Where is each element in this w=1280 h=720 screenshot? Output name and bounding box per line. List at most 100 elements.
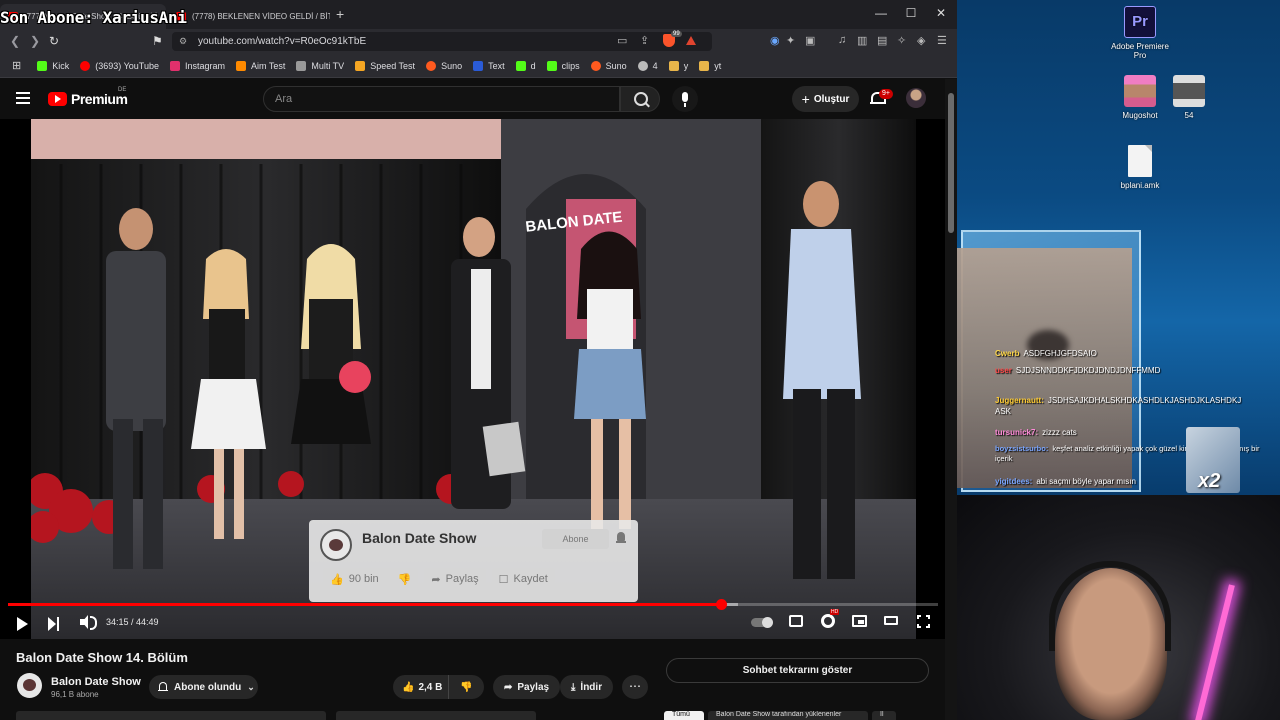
bookmark-instagram[interactable]: Instagram — [169, 60, 225, 71]
chip-channel-uploads[interactable]: Balon Date Show tarafından yüklenenler — [708, 711, 868, 720]
card-channel-avatar[interactable] — [320, 529, 352, 561]
aim-test-icon — [236, 60, 246, 71]
close-window-button[interactable]: ✕ — [931, 6, 951, 20]
search-button[interactable] — [620, 86, 660, 112]
chip-more[interactable]: İl — [872, 711, 896, 720]
card-save-button[interactable]: ☐ Kaydet — [491, 568, 555, 590]
theater-mode-icon[interactable] — [884, 616, 898, 625]
page-scrollbar[interactable] — [945, 79, 957, 720]
subscribed-button[interactable]: Abone olundu ⌄ — [149, 675, 258, 699]
autoplay-toggle[interactable] — [751, 617, 773, 628]
bookmark-suno[interactable]: Suno — [426, 60, 462, 71]
show-chat-replay-button[interactable]: Sohbet tekrarını göster — [666, 658, 929, 683]
bookmark-speed-test[interactable]: Speed Test — [355, 60, 415, 71]
settings-gear-icon[interactable] — [821, 609, 840, 628]
subtitles-icon[interactable] — [789, 615, 803, 627]
progress-bar[interactable] — [8, 599, 938, 610]
account-avatar[interactable] — [906, 88, 926, 108]
like-dislike-group: 👍 2,4 B 👎 — [393, 675, 484, 699]
text-icon — [473, 60, 484, 71]
thumbs-down-icon[interactable]: 👎 — [398, 573, 412, 586]
new-tab-button[interactable]: + — [336, 6, 344, 22]
last-subscriber-overlay: Son Abone: XariusAni — [0, 8, 187, 27]
chevron-down-icon: ⌄ — [247, 681, 255, 692]
tab-beklenen-video[interactable]: (7778) BEKLENEN VİDEO GELDİ / BİT — [168, 4, 330, 29]
brave-rewards-icon[interactable] — [686, 36, 696, 45]
chat-message: tursunick7: zizzz cats — [995, 428, 1077, 437]
cast-icon[interactable]: ▭ — [617, 34, 627, 47]
card-share-button[interactable]: ➦ Paylaş — [424, 568, 486, 590]
channel-hover-card: Balon Date Show Abone 👍 90 bin 👎 ➦ Payla… — [309, 520, 638, 602]
card-like-button[interactable]: 👍 90 bin 👎 — [323, 568, 419, 590]
media-icon[interactable]: ♫ — [838, 34, 846, 46]
chat-message: yigitdees: abi saçmı böyle yapar mısın — [995, 477, 1136, 486]
dislike-button[interactable]: 👎 — [449, 675, 484, 699]
kick-icon — [515, 60, 526, 71]
bookmark-kick[interactable]: Kick — [37, 60, 69, 71]
miniplayer-icon[interactable] — [852, 615, 867, 627]
screenshot-icon[interactable]: ▣ — [805, 34, 815, 47]
suno-icon — [426, 60, 437, 71]
scrollbar-thumb[interactable] — [948, 93, 954, 233]
volume-icon[interactable] — [80, 615, 97, 630]
site-icon — [637, 60, 648, 71]
card-subscribe-button[interactable]: Abone — [542, 529, 609, 549]
adobe-premiere-desktop-icon[interactable]: Pr Adobe Premiere Pro — [1105, 6, 1175, 60]
play-button[interactable] — [17, 617, 28, 631]
create-button[interactable]: + Oluştur — [792, 86, 859, 112]
card-bell-icon[interactable] — [616, 532, 626, 544]
headphones — [1049, 561, 1171, 651]
apps-grid-icon[interactable]: ⊞ — [12, 59, 21, 72]
fullscreen-icon[interactable] — [917, 615, 930, 628]
vpn-icon[interactable]: ◈ — [917, 34, 925, 47]
leo-icon[interactable]: ◉ — [770, 34, 780, 47]
like-button[interactable]: 👍 2,4 B — [393, 675, 449, 699]
back-icon[interactable]: ❮ — [10, 34, 20, 48]
search-input[interactable]: Ara — [263, 86, 620, 112]
channel-name[interactable]: Balon Date Show — [51, 676, 141, 688]
extensions-icon[interactable]: ✦ — [786, 34, 795, 47]
item-54-desktop-icon[interactable]: 54 — [1154, 75, 1224, 120]
save-icon: ☐ — [498, 573, 509, 586]
share-button[interactable]: ➦ Paylaş — [493, 675, 561, 699]
bookmark-clips[interactable]: clips — [546, 60, 580, 71]
address-bar-row: ❮ ❯ ↻ ⚑ ⚙ youtube.com/watch?v=R0eOc91kTb… — [0, 29, 957, 54]
card-channel-name[interactable]: Balon Date Show — [362, 530, 476, 546]
bookmark-d[interactable]: d — [515, 60, 536, 71]
share-page-icon[interactable]: ⇪ — [640, 34, 649, 47]
sidebar-icon[interactable]: ▥ — [857, 34, 867, 47]
video-player[interactable]: BALON DATE Balon Date Show Abone 👍 90 bi… — [0, 119, 945, 639]
bookmark-folder-y[interactable]: y — [668, 60, 688, 71]
maximize-button[interactable]: ☐ — [901, 6, 921, 20]
webcam-feed — [957, 495, 1280, 720]
wallet-icon[interactable]: ▤ — [877, 34, 887, 47]
channel-avatar[interactable] — [17, 673, 42, 698]
bookmark-text[interactable]: Text — [473, 60, 505, 71]
forward-icon[interactable]: ❯ — [30, 34, 40, 48]
more-actions-icon[interactable]: ⋯ — [622, 675, 648, 699]
chip-all[interactable]: Tümü — [664, 711, 704, 720]
next-button[interactable] — [48, 617, 60, 631]
description-box-edge — [16, 711, 326, 720]
bookmark-aim-test[interactable]: Aim Test — [236, 60, 285, 71]
download-button[interactable]: ⤓ İndir — [560, 675, 614, 699]
bookmark-4[interactable]: 4 — [637, 60, 658, 71]
bookmark-folder-yt[interactable]: yt — [699, 60, 721, 71]
site-info-icon[interactable]: ⚙ — [179, 36, 187, 47]
bookmark-icon[interactable]: ⚑ — [152, 34, 163, 48]
bookmark-multi-tv[interactable]: Multi TV — [296, 60, 344, 71]
url-field[interactable]: ⚙ youtube.com/watch?v=R0eOc91kTbE — [172, 32, 712, 51]
clips-icon — [546, 60, 557, 71]
youtube-premium-logo[interactable]: Premium DE — [48, 87, 128, 107]
hamburger-menu-icon[interactable] — [16, 92, 30, 104]
voice-search-icon[interactable] — [672, 86, 698, 112]
bookmark-suno-2[interactable]: Suno — [590, 60, 627, 71]
bookmark-youtube[interactable]: (3693) YouTube — [80, 60, 159, 71]
chat-message-continued: ASK — [995, 407, 1012, 416]
minimize-button[interactable]: — — [871, 6, 891, 20]
leo-ai-icon[interactable]: ✧ — [897, 34, 906, 47]
menu-icon[interactable]: ☰ — [937, 34, 947, 47]
speed-test-icon — [355, 60, 366, 71]
bplani-desktop-icon[interactable]: bplani.amk — [1105, 145, 1175, 190]
reload-icon[interactable]: ↻ — [49, 34, 59, 48]
